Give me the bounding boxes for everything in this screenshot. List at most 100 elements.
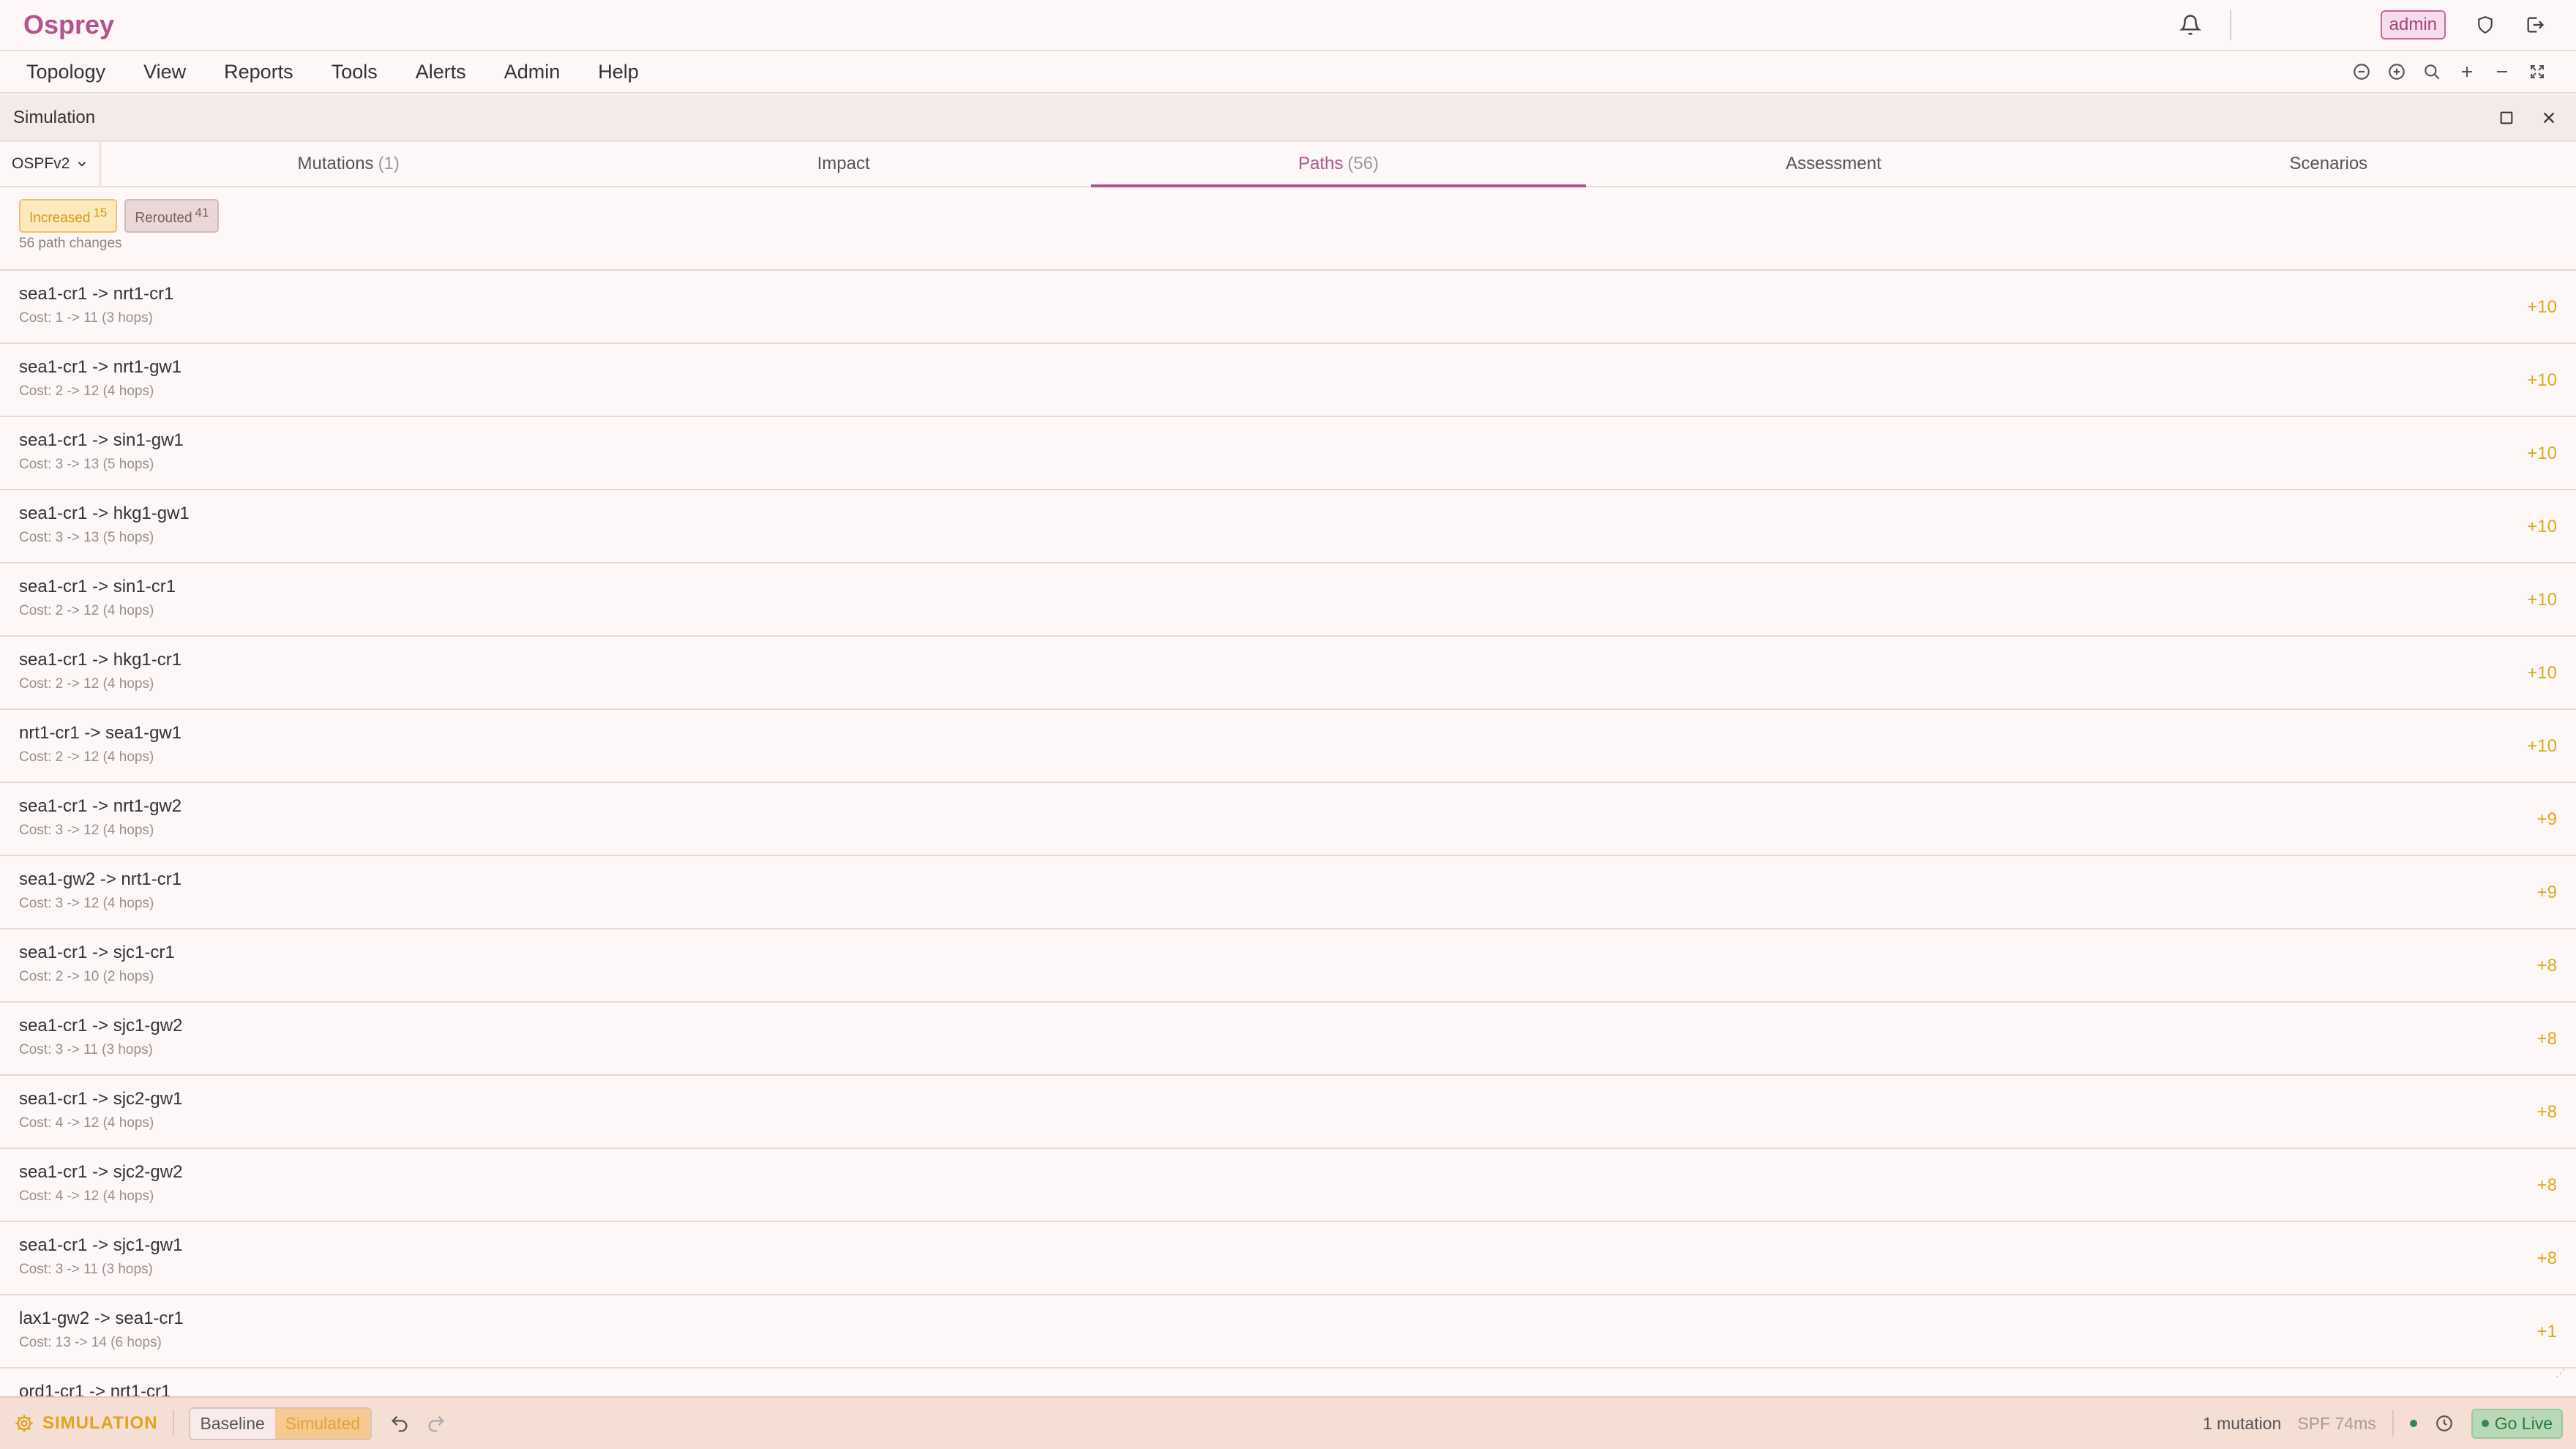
path-row[interactable]: sea1-cr1 -> nrt1-gw1 Cost: 2 -> 12 (4 ho… (0, 344, 2576, 417)
shield-icon[interactable] (2468, 7, 2503, 42)
menu-view[interactable]: View (143, 61, 186, 83)
canvas-tools (2349, 59, 2550, 84)
tab-impact[interactable]: Impact (596, 142, 1090, 186)
path-row[interactable]: sea1-cr1 -> sjc1-cr1 Cost: 2 -> 10 (2 ho… (0, 929, 2576, 1003)
path-cost: Cost: 3 -> 13 (5 hops) (19, 530, 154, 545)
path-cost: Cost: 1 -> 11 (3 hops) (19, 310, 153, 326)
bell-icon[interactable] (2173, 7, 2208, 42)
spf-timing: SPF 74ms (2297, 1413, 2376, 1433)
maximize-icon[interactable] (2493, 104, 2520, 132)
resize-handle-icon[interactable]: ⋰ (2556, 1367, 2570, 1382)
path-changes-summary: 56 path changes (19, 236, 122, 251)
simulation-panel-header: Simulation (0, 95, 2576, 142)
path-endpoints: sea1-cr1 -> sjc2-gw2 (19, 1162, 183, 1182)
path-row[interactable]: sea1-cr1 -> sjc2-gw1 Cost: 4 -> 12 (4 ho… (0, 1076, 2576, 1149)
path-row[interactable]: sea1-cr1 -> sin1-cr1 Cost: 2 -> 12 (4 ho… (0, 564, 2576, 637)
divider (172, 1410, 174, 1437)
path-delta: +8 (2536, 1102, 2557, 1122)
menu-alerts[interactable]: Alerts (416, 61, 466, 83)
path-endpoints: sea1-cr1 -> nrt1-gw1 (19, 357, 182, 377)
path-row[interactable]: sea1-cr1 -> sjc2-gw2 Cost: 4 -> 12 (4 ho… (0, 1149, 2576, 1222)
path-delta: +10 (2527, 297, 2557, 317)
path-endpoints: sea1-cr1 -> hkg1-gw1 (19, 503, 190, 523)
path-row[interactable]: sea1-cr1 -> nrt1-cr1 Cost: 1 -> 11 (3 ho… (0, 271, 2576, 344)
undo-icon[interactable] (385, 1409, 414, 1438)
menu-tools[interactable]: Tools (332, 61, 378, 83)
filter-increased-chip[interactable]: Increased 15 (19, 199, 118, 233)
mutation-count: 1 mutation (2202, 1413, 2282, 1433)
path-cost: Cost: 4 -> 12 (4 hops) (19, 1115, 154, 1131)
redo-icon[interactable] (422, 1409, 451, 1438)
path-endpoints: sea1-cr1 -> hkg1-cr1 (19, 650, 182, 670)
user-role-badge[interactable]: admin (2380, 10, 2446, 40)
panel-actions (2493, 104, 2563, 132)
minus-icon[interactable] (2490, 59, 2515, 84)
path-delta: +8 (2536, 1175, 2557, 1195)
path-row[interactable]: sea1-cr1 -> sjc1-gw2 Cost: 3 -> 11 (3 ho… (0, 1003, 2576, 1076)
close-icon[interactable] (2535, 104, 2563, 132)
status-bar: SIMULATION Baseline Simulated 1 mutation… (0, 1396, 2576, 1449)
path-list[interactable]: sea1-cr1 -> nrt1-cr1 Cost: 1 -> 11 (3 ho… (0, 269, 2576, 1396)
path-row[interactable]: nrt1-cr1 -> sea1-gw1 Cost: 2 -> 12 (4 ho… (0, 710, 2576, 783)
path-delta: +10 (2527, 370, 2557, 390)
path-cost: Cost: 3 -> 12 (4 hops) (19, 823, 154, 838)
panel-title: Simulation (13, 108, 96, 127)
tab-label: Scenarios (2289, 154, 2368, 173)
path-endpoints: ord1-cr1 -> nrt1-cr1 (19, 1382, 171, 1396)
menu-reports[interactable]: Reports (224, 61, 293, 83)
chevron-down-icon (78, 162, 86, 167)
tab-assessment[interactable]: Assessment (1586, 142, 2081, 186)
baseline-button[interactable]: Baseline (190, 1408, 275, 1439)
status-right: 1 mutation SPF 74ms Go Live (2202, 1408, 2563, 1439)
tab-label: Paths (1298, 154, 1344, 173)
menu-help[interactable]: Help (598, 61, 639, 83)
tab-label: Impact (817, 154, 870, 173)
path-delta: +10 (2527, 443, 2557, 463)
tab-paths[interactable]: Paths (56) (1090, 142, 1587, 187)
path-cost: Cost: 2 -> 10 (2 hops) (19, 969, 154, 984)
filter-rerouted-chip[interactable]: Rerouted 41 (124, 199, 220, 233)
tab-label: Mutations (297, 154, 374, 173)
logout-icon[interactable] (2517, 7, 2553, 42)
zoom-in-icon[interactable] (2384, 59, 2409, 84)
zoom-out-icon[interactable] (2349, 59, 2374, 84)
baseline-simulated-toggle: Baseline Simulated (188, 1407, 372, 1440)
path-cost: Cost: 2 -> 12 (4 hops) (19, 676, 154, 692)
path-endpoints: sea1-cr1 -> sjc1-cr1 (19, 943, 175, 962)
protocol-select[interactable]: OSPFv2 (0, 142, 101, 186)
chip-count: 15 (93, 206, 108, 220)
path-cost: Cost: 4 -> 12 (4 hops) (19, 1188, 154, 1204)
fullscreen-icon[interactable] (2525, 59, 2550, 84)
tab-mutations[interactable]: Mutations (1) (101, 142, 596, 186)
clock-icon[interactable] (2433, 1412, 2455, 1434)
path-row[interactable]: sea1-cr1 -> hkg1-gw1 Cost: 3 -> 13 (5 ho… (0, 490, 2576, 564)
path-endpoints: lax1-gw2 -> sea1-cr1 (19, 1308, 184, 1328)
tab-label: Assessment (1786, 154, 1882, 173)
protocol-value: OSPFv2 (12, 155, 70, 172)
path-delta: +1 (2536, 1322, 2557, 1341)
path-endpoints: sea1-cr1 -> nrt1-gw2 (19, 796, 182, 816)
brand-logo[interactable]: Osprey (23, 10, 114, 40)
path-row[interactable]: sea1-cr1 -> sjc1-gw1 Cost: 3 -> 11 (3 ho… (0, 1222, 2576, 1295)
path-row[interactable]: sea1-cr1 -> nrt1-gw2 Cost: 3 -> 12 (4 ho… (0, 783, 2576, 856)
path-row[interactable]: sea1-cr1 -> hkg1-cr1 Cost: 2 -> 12 (4 ho… (0, 637, 2576, 710)
connection-status-dot (2409, 1420, 2417, 1427)
path-delta: +10 (2527, 736, 2557, 756)
path-row[interactable]: lax1-gw2 -> sea1-cr1 Cost: 13 -> 14 (6 h… (0, 1295, 2576, 1368)
simulated-button[interactable]: Simulated (274, 1408, 371, 1439)
plus-icon[interactable] (2455, 59, 2479, 84)
path-delta: +10 (2527, 590, 2557, 610)
path-endpoints: sea1-gw2 -> nrt1-cr1 (19, 869, 182, 889)
menu-topology[interactable]: Topology (26, 61, 105, 83)
go-live-button[interactable]: Go Live (2471, 1408, 2563, 1439)
search-icon[interactable] (2419, 59, 2444, 84)
simulation-mode-label: SIMULATION (42, 1413, 158, 1433)
path-row[interactable]: sea1-gw2 -> nrt1-cr1 Cost: 3 -> 12 (4 ho… (0, 856, 2576, 929)
path-cost: Cost: 3 -> 11 (3 hops) (19, 1262, 153, 1277)
menu-admin[interactable]: Admin (504, 61, 561, 83)
path-row[interactable]: ord1-cr1 -> nrt1-cr1 (0, 1368, 2576, 1396)
tab-scenarios[interactable]: Scenarios (2081, 142, 2576, 186)
divider (2229, 10, 2231, 40)
path-row[interactable]: sea1-cr1 -> sin1-gw1 Cost: 3 -> 13 (5 ho… (0, 417, 2576, 490)
path-filters: Increased 15 Rerouted 41 (19, 199, 220, 233)
